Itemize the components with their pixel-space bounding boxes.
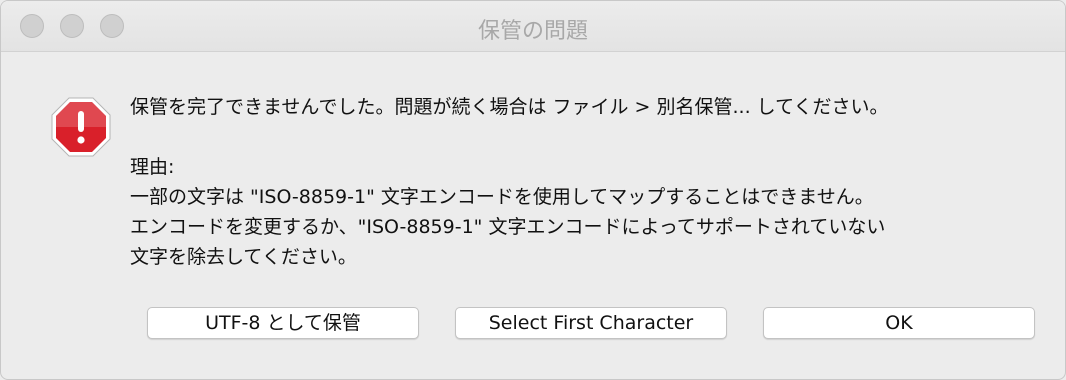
reason-line: 一部の文字は "ISO-8859-1" 文字エンコードを使用してマップすることは… (130, 186, 874, 208)
save-as-utf8-button[interactable]: UTF-8 として保管 (147, 307, 419, 339)
title-bar: 保管の問題 (1, 1, 1065, 52)
reason-line: 文字を除去してください。 (130, 246, 357, 268)
warning-octagon-icon (51, 97, 111, 157)
window-title: 保管の問題 (477, 19, 588, 44)
alert-message: 保管を完了できませんでした。問題が続く場合は ファイル > 別名保管... して… (130, 92, 1030, 272)
select-first-character-button[interactable]: Select First Character (455, 307, 727, 339)
reason-label: 理由: (130, 156, 175, 178)
alert-main-text: 保管を完了できませんでした。問題が続く場合は ファイル > 別名保管... して… (130, 96, 889, 118)
ok-button[interactable]: OK (763, 307, 1035, 339)
save-problem-dialog: 保管の問題 保管を完了できませんでした。問題が続く場合は ファイル > 別名保管… (0, 0, 1066, 380)
reason-line: エンコードを変更するか、"ISO-8859-1" 文字エンコードによってサポート… (130, 216, 886, 238)
